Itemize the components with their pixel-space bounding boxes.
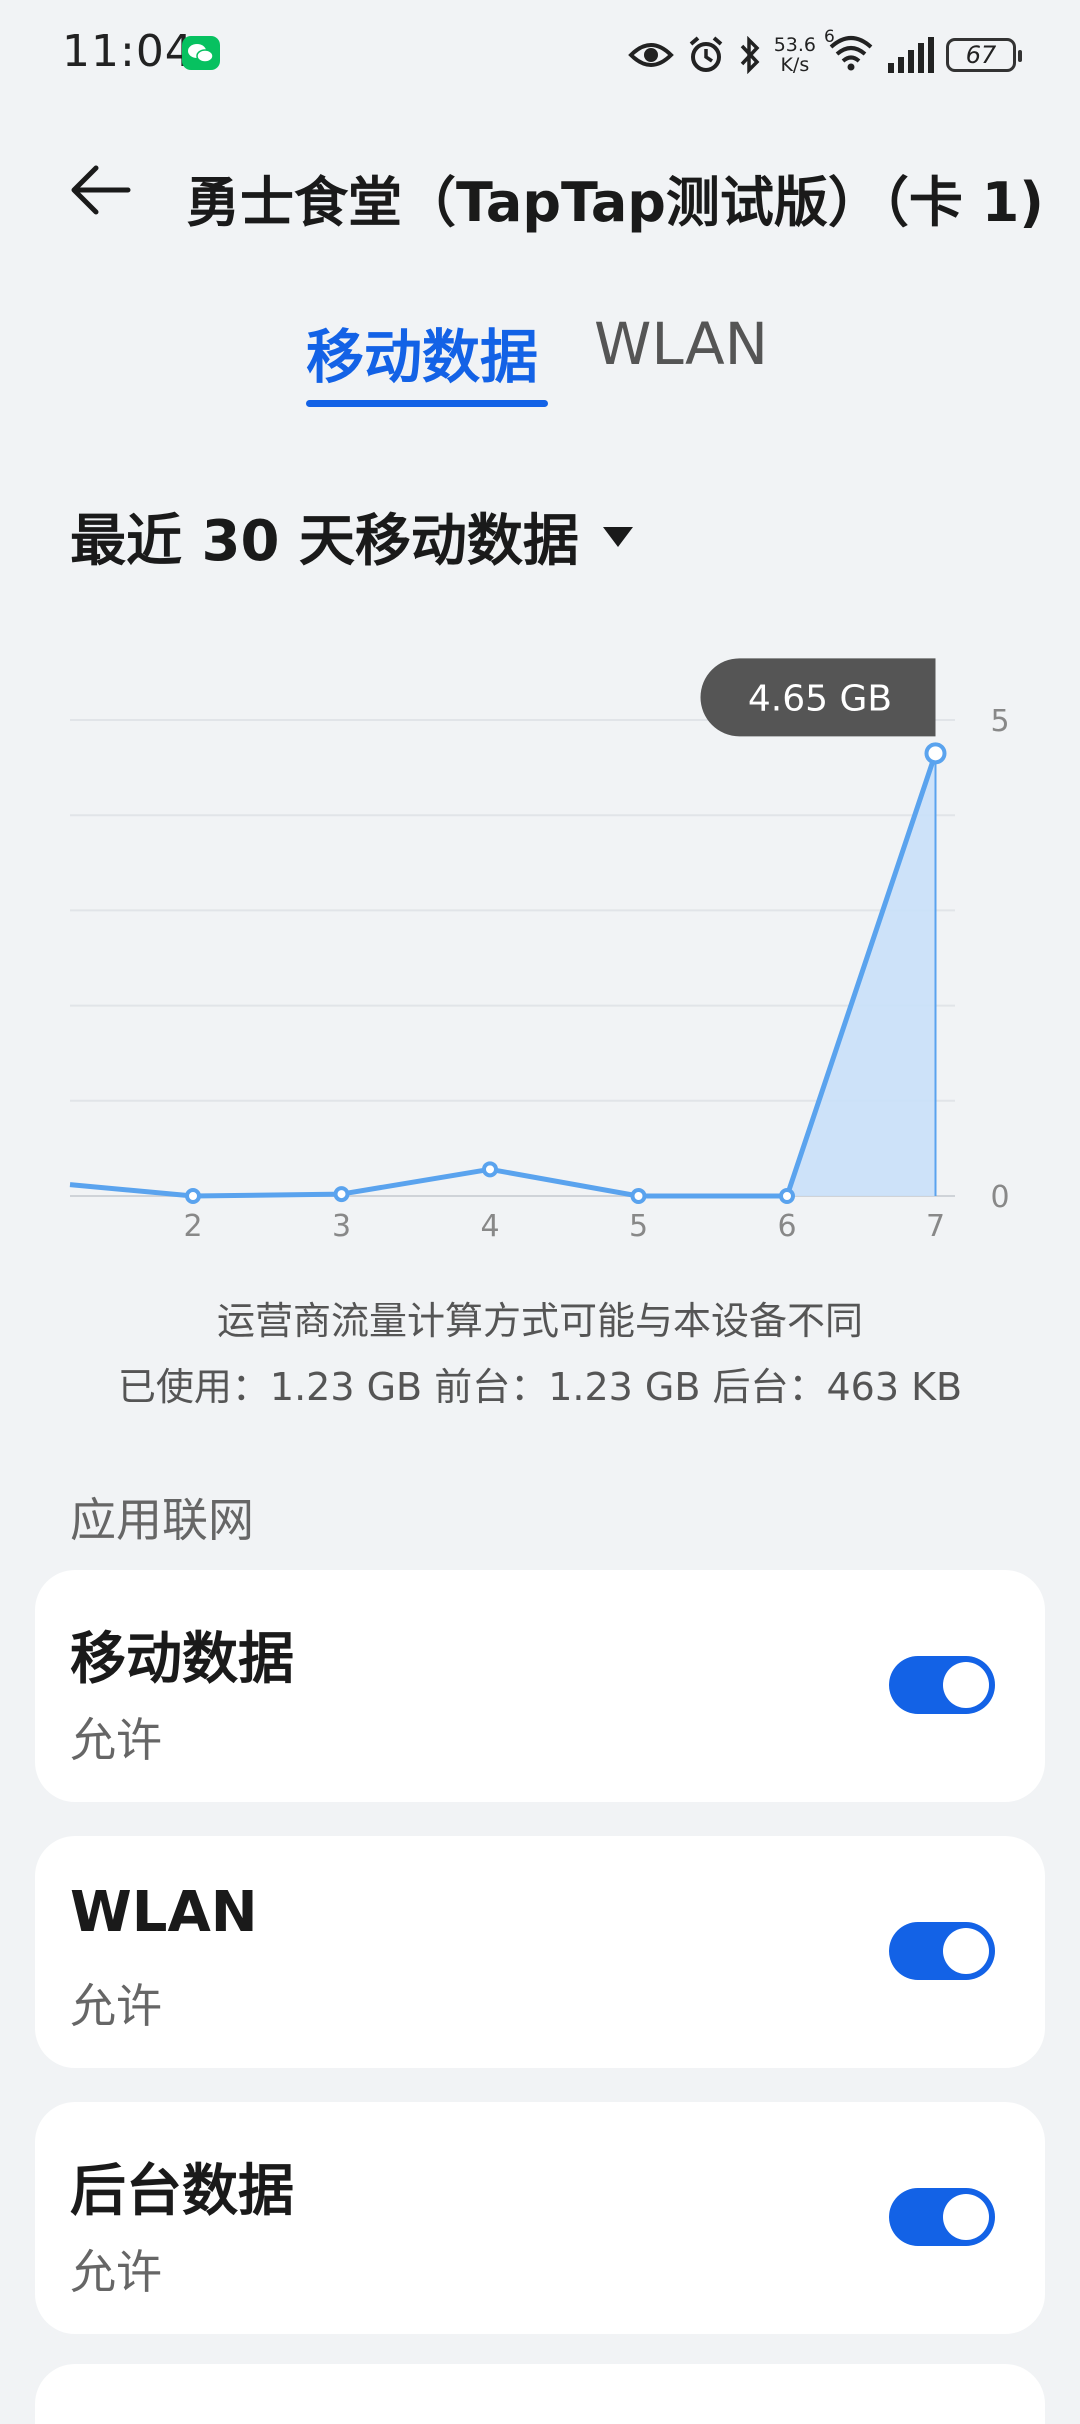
data-point (482, 1161, 498, 1178)
wifi-badge: 6 (824, 27, 835, 47)
tab-wlan[interactable]: WLAN (594, 310, 768, 378)
net-speed: 53.6 K/s (774, 35, 816, 75)
battery-icon: 67 (946, 38, 1022, 72)
setting-status: 允许 (70, 1979, 162, 2033)
setting-card-wlan[interactable]: WLAN 允许 (35, 1836, 1045, 2068)
setting-title: 移动数据 (70, 1627, 294, 1692)
wifi-group: 6 (824, 27, 874, 75)
data-point (630, 1188, 647, 1204)
wechat-icon (182, 36, 220, 70)
wifi-icon (829, 36, 873, 71)
alarm-icon (689, 36, 722, 72)
net-speed-value: 53.6 (773, 34, 816, 56)
carrier-note: 运营商流量计算方式可能与本设备不同 (216, 1299, 863, 1343)
setting-title: WLAN (70, 1880, 258, 1945)
status-icons: 53.6 K/s 6 67 (627, 27, 1022, 80)
data-point (779, 1188, 795, 1204)
y-tick-label: 5 (990, 704, 1009, 739)
net-speed-unit: K/s (780, 54, 810, 76)
x-tick-label: 7 (926, 1209, 945, 1244)
tab-bar: 移动数据 WLAN (0, 300, 1080, 420)
background-data-toggle[interactable] (889, 2188, 995, 2246)
status-time: 11:04 (62, 26, 194, 77)
mobile-data-toggle[interactable] (889, 1656, 995, 1714)
period-selector[interactable]: 最近 30 天移动数据 (70, 496, 635, 577)
x-tick-label: 5 (629, 1209, 648, 1244)
status-bar: 11:04 53.6 K/s 6 67 (0, 0, 1080, 110)
app-header: 勇士食堂（TapTap测试版）（卡 1) (0, 140, 1080, 240)
x-tick-label: 6 (777, 1209, 796, 1244)
setting-card-mobile-data[interactable]: 移动数据 允许 (35, 1570, 1045, 1802)
data-point (185, 1188, 201, 1204)
x-tick-label: 3 (332, 1209, 351, 1244)
data-point (924, 742, 947, 765)
toggle-knob (943, 1928, 989, 1974)
data-point (333, 1186, 350, 1203)
tab-mobile-data[interactable]: 移动数据 (306, 310, 538, 394)
wlan-toggle[interactable] (889, 1922, 995, 1980)
setting-title: 后台数据 (70, 2159, 294, 2224)
tooltip-label: 4.65 GB (748, 678, 892, 719)
toggle-knob (943, 2194, 989, 2240)
x-tick-label: 4 (480, 1209, 499, 1244)
eye-icon (627, 43, 674, 67)
toggle-knob (943, 1662, 989, 1708)
y-tick-label: 0 (990, 1180, 1009, 1215)
battery-level: 67 (965, 41, 997, 69)
bluetooth-icon (740, 36, 760, 74)
usage-summary: 已使用：1.23 GB 前台：1.23 GB 后台：463 KB (117, 1365, 963, 1409)
period-label: 最近 30 天移动数据 (70, 509, 579, 574)
active-tab-indicator (306, 400, 548, 407)
setting-card-background-data[interactable]: 后台数据 允许 (35, 2102, 1045, 2334)
setting-status: 允许 (70, 2245, 162, 2299)
dropdown-triangle-icon (602, 526, 633, 547)
x-tick-label: 2 (183, 1209, 202, 1244)
setting-card-partial (35, 2364, 1045, 2424)
setting-status: 允许 (70, 1713, 162, 1767)
back-arrow-icon (71, 165, 131, 215)
back-button[interactable] (66, 160, 136, 220)
usage-chart[interactable]: 2 3 4 5 6 7 5 0 4.65 GB (0, 610, 1080, 1260)
page-title: 勇士食堂（TapTap测试版）（卡 1) (186, 171, 1044, 234)
series-line (69, 752, 938, 1199)
section-title-app-network: 应用联网 (70, 1493, 254, 1547)
signal-icon (888, 37, 934, 73)
